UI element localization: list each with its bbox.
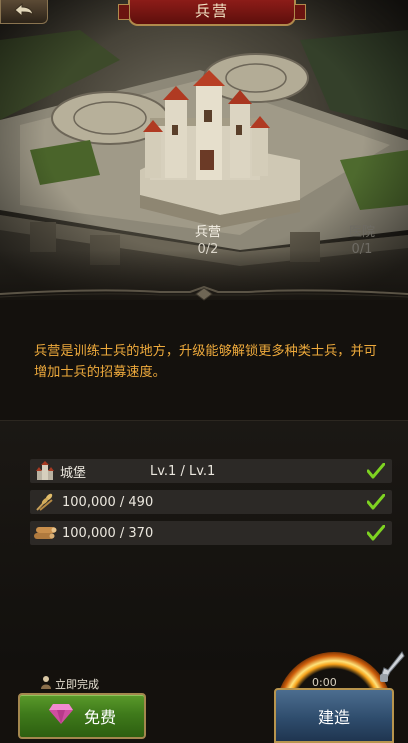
instant-complete-text: 立即完成 xyxy=(55,677,99,691)
build-button-label: 建造 xyxy=(317,707,350,727)
wood-icon xyxy=(32,521,58,545)
tutorial-hand-icon xyxy=(378,650,406,688)
requirement-value: 100,000 / 490 xyxy=(62,494,154,510)
hospital-label[interactable]: 医院 0/1 xyxy=(334,224,390,258)
food-icon xyxy=(32,490,58,514)
page-title: 兵营 xyxy=(118,0,306,26)
check-icon xyxy=(360,490,392,514)
requirements-panel: 城堡 Lv.1 / Lv.1 100,000 / 490 100,000 / 3… xyxy=(0,420,408,670)
requirement-row-castle: 城堡 Lv.1 / Lv.1 xyxy=(30,459,392,483)
hero-avatar-icon xyxy=(40,675,52,692)
back-button[interactable] xyxy=(0,0,48,24)
free-button-label: 免费 xyxy=(83,708,116,727)
gem-icon xyxy=(48,703,74,729)
instant-complete-label: 立即完成 xyxy=(40,675,99,692)
check-icon xyxy=(360,521,392,545)
hospital-name: 医院 xyxy=(348,225,375,240)
hospital-count: 0/1 xyxy=(351,242,373,257)
building-description: 兵营是训练士兵的地方，升级能够解锁更多种类士兵，并可增加士兵的招募速度。 xyxy=(34,344,377,380)
check-icon xyxy=(360,459,392,483)
build-area: 0:00 建造 xyxy=(266,640,408,743)
requirement-row-wood: 100,000 / 370 xyxy=(30,521,392,545)
barracks-scene: 兵营 0/2 医院 0/1 xyxy=(0,0,408,300)
barracks-name: 兵营 xyxy=(194,225,221,240)
castle-icon xyxy=(32,459,58,483)
requirement-value: Lv.1 / Lv.1 xyxy=(150,463,216,479)
requirement-row-food: 100,000 / 490 xyxy=(30,490,392,514)
build-button[interactable]: 建造 xyxy=(274,688,394,743)
free-button[interactable]: 免费 xyxy=(18,693,146,739)
requirement-name: 城堡 xyxy=(60,465,87,481)
requirement-value: 100,000 / 370 xyxy=(62,525,154,541)
barracks-label[interactable]: 兵营 0/2 xyxy=(178,224,238,258)
barracks-count: 0/2 xyxy=(197,242,219,257)
ornament-divider xyxy=(0,286,408,301)
back-arrow-icon xyxy=(12,2,36,22)
